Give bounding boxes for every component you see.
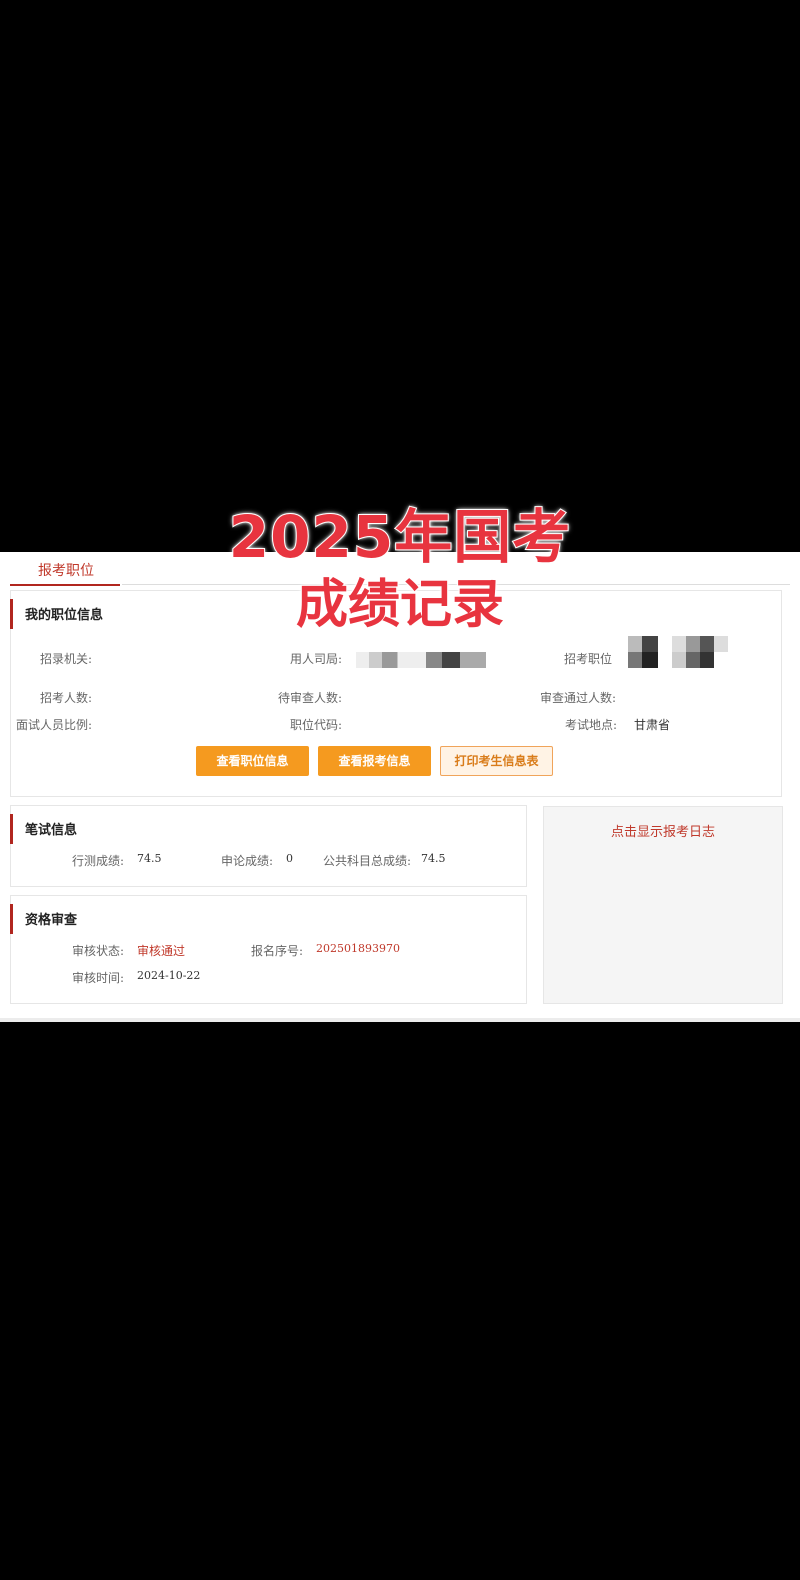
employer-redacted (356, 652, 486, 668)
essay-score-value: 0 (286, 852, 293, 865)
overlay-headline-line2: 成绩记录 (295, 574, 505, 636)
written-exam-card: 笔试信息 (10, 805, 527, 887)
qualification-title: 资格审查 (25, 913, 78, 928)
aptitude-score-label: 行测成绩: (72, 854, 125, 868)
review-time-label: 审核时间: (72, 971, 125, 985)
card-accent-bar (10, 814, 13, 844)
recruit-count-label: 招考人数: (40, 691, 93, 705)
exam-location-label: 考试地点: (565, 718, 618, 732)
total-score-label: 公共科目总成绩: (323, 854, 412, 868)
view-position-button[interactable]: 查看职位信息 (196, 746, 309, 776)
total-score-value: 74.5 (421, 852, 446, 865)
exam-location-value: 甘肃省 (634, 718, 671, 732)
interview-ratio-label: 面试人员比例: (16, 718, 93, 732)
pending-count-label: 待审查人数: (278, 691, 343, 705)
review-time-value: 2024-10-22 (137, 969, 201, 982)
reg-no-value: 202501893970 (316, 942, 400, 955)
show-log-link[interactable]: 点击显示报考日志 (544, 821, 782, 840)
position-redacted (628, 636, 728, 668)
card-accent-bar (10, 904, 13, 934)
registration-log-panel: 点击显示报考日志 (543, 806, 783, 1004)
review-status-value: 审核通过 (137, 944, 186, 958)
essay-score-label: 申论成绩: (221, 854, 274, 868)
position-label: 招考职位 (564, 652, 613, 666)
page-bottom-border (0, 1018, 800, 1022)
written-exam-title: 笔试信息 (25, 823, 78, 838)
view-registration-button[interactable]: 查看报考信息 (318, 746, 431, 776)
reg-no-label: 报名序号: (251, 944, 304, 958)
aptitude-score-value: 74.5 (137, 852, 162, 865)
review-status-label: 审核状态: (72, 944, 125, 958)
position-code-label: 职位代码: (290, 718, 343, 732)
agency-label: 招录机关: (40, 652, 93, 666)
employer-label: 用人司局: (290, 652, 343, 666)
passed-count-label: 审查通过人数: (540, 691, 617, 705)
print-candidate-button[interactable]: 打印考生信息表 (440, 746, 553, 776)
